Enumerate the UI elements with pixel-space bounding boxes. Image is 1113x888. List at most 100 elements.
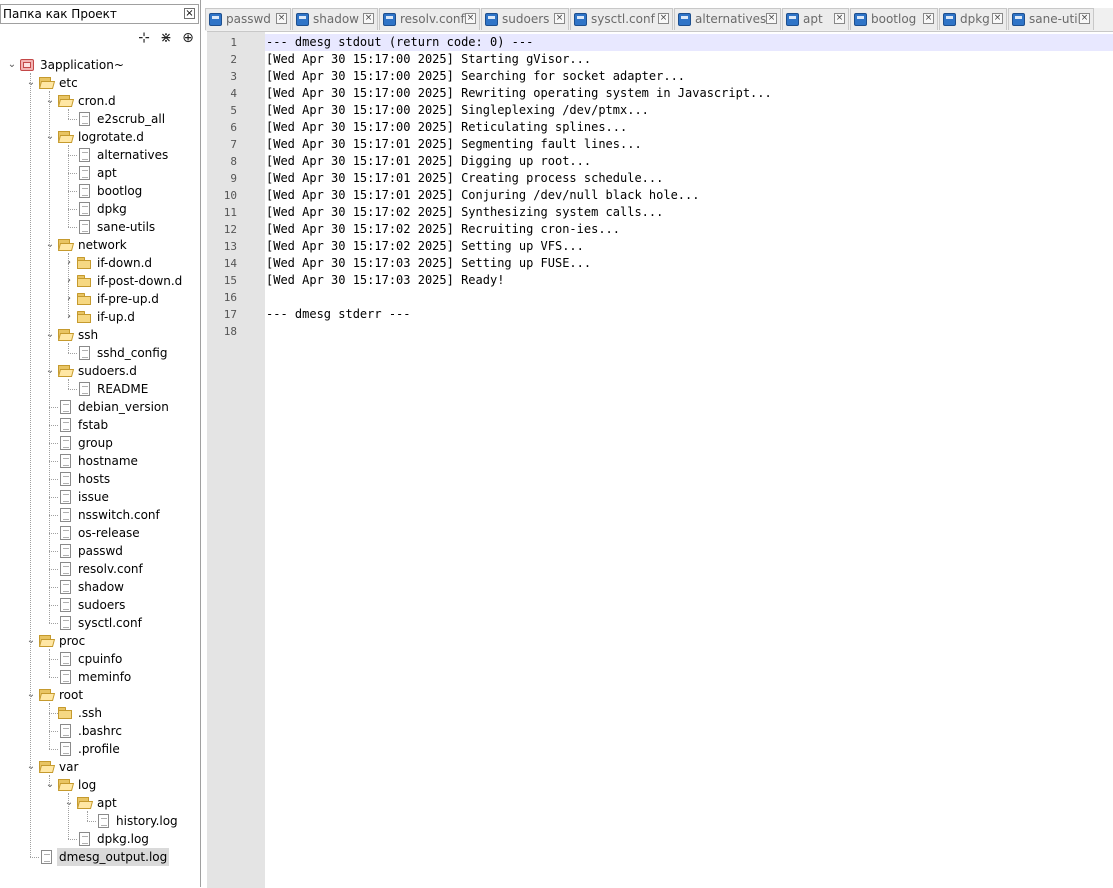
- tree-guide-line: [68, 343, 69, 353]
- chevron-down-icon[interactable]: ⌄: [44, 327, 56, 343]
- chevron-right-icon[interactable]: ›: [63, 273, 75, 289]
- close-icon[interactable]: ×: [834, 13, 845, 24]
- chevron-down-icon[interactable]: ⌄: [63, 795, 75, 811]
- tree-item-label: dpkg.log: [97, 832, 149, 846]
- tab-apt[interactable]: apt ×: [782, 8, 849, 30]
- tab-sysctl-conf[interactable]: sysctl.conf ×: [570, 8, 673, 30]
- open-folder-icon: [58, 364, 74, 378]
- close-icon[interactable]: ×: [992, 13, 1003, 24]
- open-folder-icon: [58, 328, 74, 342]
- close-icon[interactable]: ×: [465, 13, 476, 24]
- file-icon: [58, 472, 74, 486]
- tab-shadow[interactable]: shadow ×: [292, 8, 378, 30]
- chevron-down-icon[interactable]: ⌄: [25, 75, 37, 91]
- panel-title: Папка как Проект: [3, 7, 117, 21]
- code-line[interactable]: [Wed Apr 30 15:17:01 2025] Conjuring /de…: [266, 187, 699, 204]
- tree-item-label: etc: [59, 76, 78, 90]
- folder-icon: [58, 706, 74, 720]
- tree-guide-line: [49, 461, 58, 462]
- document-icon: [943, 13, 956, 26]
- file-icon: [58, 724, 74, 738]
- close-icon[interactable]: ×: [554, 13, 565, 24]
- file-icon: [58, 742, 74, 756]
- document-icon: [786, 13, 799, 26]
- tab-sudoers[interactable]: sudoers ×: [481, 8, 569, 30]
- close-icon[interactable]: ×: [1079, 13, 1090, 24]
- file-icon: [58, 580, 74, 594]
- chevron-down-icon[interactable]: ⌄: [44, 93, 56, 109]
- code-line[interactable]: [Wed Apr 30 15:17:01 2025] Digging up ro…: [266, 153, 591, 170]
- code-line[interactable]: --- dmesg stderr ---: [266, 306, 411, 323]
- line-number: 8: [230, 155, 237, 168]
- tree-item-label: cpuinfo: [78, 652, 123, 666]
- code-line[interactable]: [Wed Apr 30 15:17:00 2025] Starting gVis…: [266, 51, 591, 68]
- line-number: 1: [230, 36, 237, 49]
- code-line[interactable]: [Wed Apr 30 15:17:01 2025] Creating proc…: [266, 170, 663, 187]
- tree-item-label: if-post-down.d: [97, 274, 183, 288]
- tab-label: shadow: [313, 12, 359, 26]
- open-folder-icon: [39, 688, 55, 702]
- tab-bootlog[interactable]: bootlog ×: [850, 8, 938, 30]
- tree-guide-line: [49, 775, 50, 785]
- tree-item-label: fstab: [78, 418, 109, 432]
- code-line[interactable]: [Wed Apr 30 15:17:02 2025] Setting up VF…: [266, 238, 584, 255]
- tab-dpkg[interactable]: dpkg ×: [939, 8, 1007, 30]
- code-line[interactable]: [Wed Apr 30 15:17:03 2025] Ready!: [266, 272, 504, 289]
- tree-guide-line: [68, 109, 69, 119]
- line-number: 4: [230, 87, 237, 100]
- tree-item-label: .profile: [78, 742, 120, 756]
- line-number: 7: [230, 138, 237, 151]
- tree-guide-line: [68, 173, 77, 174]
- tree-item[interactable]: ⌄ 3application~: [0, 56, 200, 74]
- chevron-down-icon[interactable]: ⌄: [44, 237, 56, 253]
- chevron-down-icon[interactable]: ⌄: [25, 633, 37, 649]
- tab-sane-utils[interactable]: sane-utils ×: [1008, 8, 1094, 30]
- tree-item-label: e2scrub_all: [97, 112, 166, 126]
- chevron-right-icon[interactable]: ›: [63, 309, 75, 325]
- close-icon[interactable]: ×: [363, 13, 374, 24]
- code-line[interactable]: [Wed Apr 30 15:17:00 2025] Rewriting ope…: [266, 85, 772, 102]
- code-line[interactable]: --- dmesg stdout (return code: 0) ---: [266, 34, 533, 51]
- file-icon: [77, 148, 93, 162]
- panel-header: Папка как Проект ×: [0, 4, 199, 24]
- code-line[interactable]: [Wed Apr 30 15:17:00 2025] Searching for…: [266, 68, 685, 85]
- code-line[interactable]: [Wed Apr 30 15:17:00 2025] Singleplexing…: [266, 102, 649, 119]
- locate-icon[interactable]: ⊕: [180, 30, 196, 46]
- file-icon: [77, 382, 93, 396]
- document-icon: [383, 13, 396, 26]
- close-icon[interactable]: ×: [766, 13, 777, 24]
- code-line[interactable]: [Wed Apr 30 15:17:03 2025] Setting up FU…: [266, 255, 591, 272]
- close-icon[interactable]: ×: [658, 13, 669, 24]
- line-number: 10: [223, 189, 237, 202]
- panel-close-icon[interactable]: ×: [184, 8, 195, 19]
- tab-resolv-conf[interactable]: resolv.conf ×: [379, 8, 480, 30]
- file-icon: [39, 850, 55, 864]
- collapse-all-icon[interactable]: ⊹: [136, 30, 152, 46]
- code-line[interactable]: [Wed Apr 30 15:17:01 2025] Segmenting fa…: [266, 136, 642, 153]
- file-icon: [58, 436, 74, 450]
- tree-item-label: sane-utils: [97, 220, 156, 234]
- tree-item-label: resolv.conf: [78, 562, 143, 576]
- chevron-down-icon[interactable]: ⌄: [6, 57, 18, 73]
- tab-alternatives[interactable]: alternatives ×: [674, 8, 781, 30]
- tree-guide-line: [49, 479, 58, 480]
- expand-all-icon[interactable]: ⋇: [158, 30, 174, 46]
- tab-passwd[interactable]: passwd ×: [205, 8, 291, 30]
- chevron-down-icon[interactable]: ⌄: [25, 687, 37, 703]
- tree-item-label: var: [59, 760, 79, 774]
- close-icon[interactable]: ×: [923, 13, 934, 24]
- chevron-down-icon[interactable]: ⌄: [44, 129, 56, 145]
- tree-item-label: shadow: [78, 580, 124, 594]
- chevron-down-icon[interactable]: ⌄: [25, 759, 37, 775]
- chevron-right-icon[interactable]: ›: [63, 291, 75, 307]
- chevron-down-icon[interactable]: ⌄: [44, 363, 56, 379]
- open-folder-icon: [39, 760, 55, 774]
- text-editor[interactable]: 1 2 3 4 5 6 7 8 9 10 11 12 13 14 15 16 17 18 --- dmesg st…: [207, 31, 1113, 888]
- code-line[interactable]: [Wed Apr 30 15:17:02 2025] Recruiting cr…: [266, 221, 620, 238]
- close-icon[interactable]: ×: [276, 13, 287, 24]
- chevron-right-icon[interactable]: ›: [63, 255, 75, 271]
- tree-item-label: proc: [59, 634, 86, 648]
- code-line[interactable]: [Wed Apr 30 15:17:02 2025] Synthesizing …: [266, 204, 663, 221]
- chevron-down-icon[interactable]: ⌄: [44, 777, 56, 793]
- code-line[interactable]: [Wed Apr 30 15:17:00 2025] Reticulating …: [266, 119, 627, 136]
